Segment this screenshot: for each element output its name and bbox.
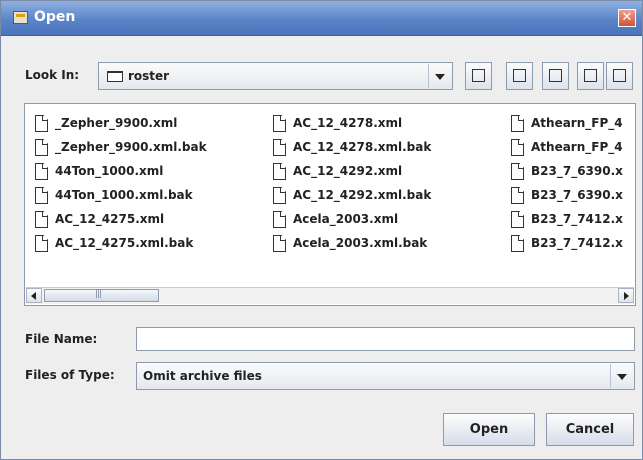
file-icon — [273, 115, 286, 132]
filename-input[interactable] — [136, 327, 635, 351]
filetype-label: Files of Type: — [25, 368, 115, 382]
new-folder-button[interactable] — [542, 62, 569, 90]
chevron-down-icon[interactable] — [428, 64, 451, 88]
file-icon — [511, 163, 524, 180]
lookin-combo[interactable]: roster — [98, 62, 453, 90]
file-name: AC_12_4278.xml — [293, 116, 403, 130]
list-item[interactable]: B23_7_6390.x — [505, 160, 635, 184]
file-name: B23_7_6390.x — [531, 164, 623, 178]
chevron-down-icon[interactable] — [610, 364, 633, 388]
list-item[interactable]: B23_7_7412.x — [505, 208, 635, 232]
folder-icon — [107, 71, 123, 82]
scroll-left-icon[interactable] — [26, 288, 42, 303]
horizontal-scrollbar[interactable] — [26, 287, 634, 304]
file-column-2: AC_12_4278.xml AC_12_4278.xml.bak AC_12_… — [267, 112, 507, 256]
file-name: B23_7_7412.x — [531, 236, 623, 250]
title-bar[interactable]: Open ✕ — [1, 1, 642, 36]
list-item[interactable]: _Zepher_9900.xml — [29, 112, 269, 136]
file-name: AC_12_4275.xml — [55, 212, 165, 226]
file-column-1: _Zepher_9900.xml _Zepher_9900.xml.bak 44… — [29, 112, 269, 256]
list-item[interactable]: Acela_2003.xml.bak — [267, 232, 507, 256]
cancel-button[interactable]: Cancel — [546, 413, 634, 446]
file-name: B23_7_6390.x — [531, 188, 623, 202]
file-icon — [511, 235, 524, 252]
lookin-label: Look In: — [25, 68, 80, 82]
lookin-value: roster — [128, 69, 170, 83]
java-cup-icon — [13, 11, 28, 24]
list-item[interactable]: Athearn_FP_4 — [505, 136, 635, 160]
list-item[interactable]: Acela_2003.xml — [267, 208, 507, 232]
file-icon — [35, 211, 48, 228]
file-icon — [273, 163, 286, 180]
scroll-thumb[interactable] — [44, 289, 159, 302]
file-name: _Zepher_9900.xml.bak — [55, 140, 207, 154]
filetype-combo[interactable]: Omit archive files — [136, 362, 635, 390]
new-folder-icon — [549, 69, 562, 82]
file-name: 44Ton_1000.xml.bak — [55, 188, 193, 202]
home-button[interactable] — [506, 62, 533, 90]
file-name: 44Ton_1000.xml — [55, 164, 164, 178]
file-icon — [273, 235, 286, 252]
scroll-right-icon[interactable] — [618, 288, 634, 303]
list-item[interactable]: B23_7_7412.x — [505, 232, 635, 256]
file-icon — [511, 211, 524, 228]
home-icon — [513, 69, 526, 82]
file-icon — [35, 235, 48, 252]
list-item[interactable]: AC_12_4278.xml.bak — [267, 136, 507, 160]
up-folder-icon — [472, 69, 485, 82]
file-icon — [35, 163, 48, 180]
file-icon — [273, 187, 286, 204]
filetype-value: Omit archive files — [143, 369, 262, 383]
list-item[interactable]: 44Ton_1000.xml — [29, 160, 269, 184]
open-dialog: Open ✕ Look In: roster _Zepher_9900.xml … — [0, 0, 643, 460]
list-item[interactable]: 44Ton_1000.xml.bak — [29, 184, 269, 208]
details-view-button[interactable] — [606, 62, 633, 90]
up-folder-button[interactable] — [465, 62, 492, 90]
file-name: Acela_2003.xml — [293, 212, 399, 226]
list-item[interactable]: AC_12_4275.xml — [29, 208, 269, 232]
list-view-button[interactable] — [577, 62, 604, 90]
list-view-icon — [584, 69, 597, 82]
list-item[interactable]: _Zepher_9900.xml.bak — [29, 136, 269, 160]
file-icon — [273, 211, 286, 228]
filename-label: File Name: — [25, 332, 98, 346]
file-name: AC_12_4278.xml.bak — [293, 140, 432, 154]
list-item[interactable]: B23_7_6390.x — [505, 184, 635, 208]
file-name: AC_12_4292.xml — [293, 164, 403, 178]
list-item[interactable]: Athearn_FP_4 — [505, 112, 635, 136]
file-column-3: Athearn_FP_4 Athearn_FP_4 B23_7_6390.x B… — [505, 112, 635, 256]
file-icon — [511, 187, 524, 204]
list-item[interactable]: AC_12_4278.xml — [267, 112, 507, 136]
file-icon — [511, 139, 524, 156]
file-name: B23_7_7412.x — [531, 212, 623, 226]
file-icon — [273, 139, 286, 156]
list-item[interactable]: AC_12_4275.xml.bak — [29, 232, 269, 256]
open-button[interactable]: Open — [443, 413, 535, 446]
file-icon — [35, 187, 48, 204]
list-item[interactable]: AC_12_4292.xml — [267, 160, 507, 184]
details-view-icon — [613, 69, 626, 82]
file-name: AC_12_4292.xml.bak — [293, 188, 432, 202]
file-name: Athearn_FP_4 — [531, 116, 623, 130]
file-icon — [35, 115, 48, 132]
close-button[interactable]: ✕ — [618, 9, 636, 27]
file-name: Acela_2003.xml.bak — [293, 236, 428, 250]
file-list[interactable]: _Zepher_9900.xml _Zepher_9900.xml.bak 44… — [24, 103, 636, 306]
file-icon — [35, 139, 48, 156]
window-title: Open — [34, 9, 76, 25]
file-name: Athearn_FP_4 — [531, 140, 623, 154]
file-icon — [511, 115, 524, 132]
file-name: _Zepher_9900.xml — [55, 116, 178, 130]
file-name: AC_12_4275.xml.bak — [55, 236, 194, 250]
list-item[interactable]: AC_12_4292.xml.bak — [267, 184, 507, 208]
